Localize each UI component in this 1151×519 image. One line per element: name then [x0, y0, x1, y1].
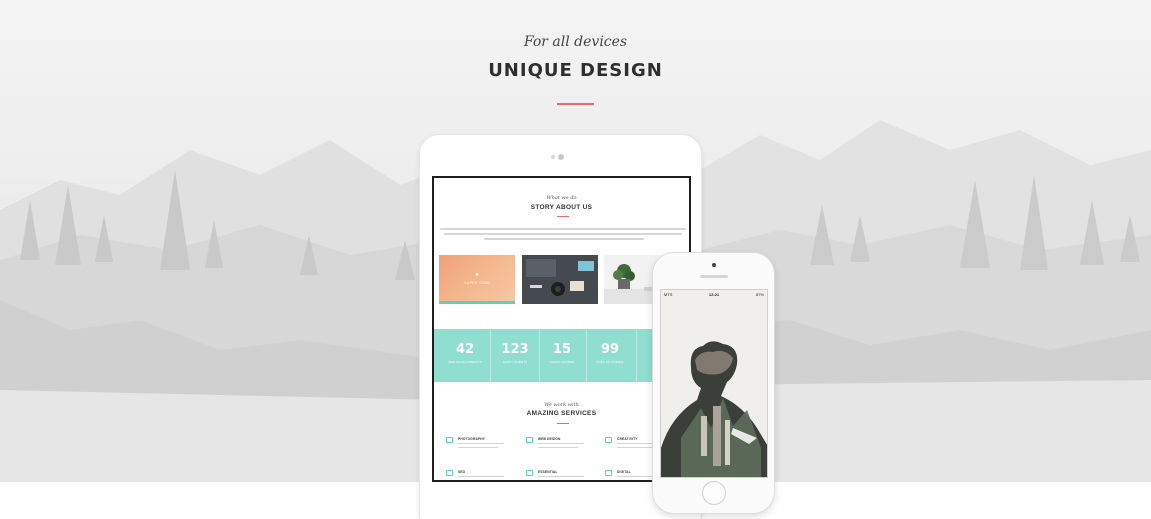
phone-status-bar: MTS 12:21 87% [661, 290, 767, 298]
chart-icon [446, 470, 453, 476]
section-eyebrow: For all devices [523, 34, 628, 50]
stat-label: WEB DEVELOPMENTS [448, 360, 482, 364]
home-button[interactable] [702, 481, 726, 505]
team-icon: ● [475, 272, 479, 278]
stat-value: 15 [552, 342, 572, 357]
tablet-icon [605, 470, 612, 476]
services-underline [557, 423, 569, 424]
team-caption: SUPER TEAM [464, 281, 490, 285]
stat-label: HAPPY CLIENTS [502, 360, 528, 364]
phone-screen: MTS 12:21 87% [660, 289, 768, 478]
services-eyebrow: We work with [544, 402, 579, 408]
phone-wallpaper [661, 298, 767, 477]
tablet-sensor [551, 155, 555, 159]
about-title: STORY ABOUT US [530, 204, 593, 211]
service-text-line [458, 443, 504, 444]
service-item[interactable]: ESSENTIAL [526, 470, 602, 480]
service-name: ESSENTIAL [538, 470, 558, 474]
stat-value: 42 [455, 342, 475, 357]
service-text-line [538, 476, 584, 477]
stat-item: 99 CUPS OF COFFEE [585, 329, 635, 382]
about-underline [557, 216, 569, 217]
desk-image [522, 255, 598, 304]
tablet-camera [558, 154, 564, 160]
about-text-line [440, 228, 686, 230]
service-text-line [538, 447, 578, 448]
service-item[interactable]: PHOTOGRAPHY [446, 437, 522, 457]
stat-label: CUPS OF COFFEE [596, 360, 624, 364]
idea-icon [605, 437, 612, 443]
service-name: CREATIVITY [617, 437, 638, 441]
service-text-line [458, 476, 504, 477]
camera-icon [446, 437, 453, 443]
phone-speaker [700, 275, 728, 278]
stat-label: AWARD WINNER [549, 360, 575, 364]
desk-photo[interactable] [522, 255, 598, 304]
service-item[interactable]: SEO [446, 470, 522, 480]
about-text-line [484, 238, 644, 240]
stat-item: 123 HAPPY CLIENTS [490, 329, 540, 382]
services-title: AMAZING SERVICES [526, 410, 597, 417]
service-name: WEB DESIGN [538, 437, 561, 441]
phone-mockup: MTS 12:21 87% [652, 252, 775, 514]
about-eyebrow: What we do [546, 195, 577, 201]
stat-item: 15 AWARD WINNER [537, 329, 587, 382]
team-photo[interactable]: ● SUPER TEAM [439, 255, 515, 304]
service-name: SEO [458, 470, 466, 474]
service-text-line [617, 447, 657, 448]
service-text-line [538, 443, 584, 444]
briefcase-icon [526, 470, 533, 476]
section-title: UNIQUE DESIGN [488, 60, 663, 81]
service-item[interactable]: WEB DESIGN [526, 437, 602, 457]
stat-value: 99 [600, 342, 620, 357]
phone-camera [712, 263, 716, 267]
stat-item: 42 WEB DEVELOPMENTS [440, 329, 490, 382]
monitor-icon [526, 437, 533, 443]
stat-value: 123 [501, 342, 529, 357]
service-name: PHOTOGRAPHY [458, 437, 486, 441]
clock-label: 12:21 [708, 292, 720, 297]
stats-band: 42 WEB DEVELOPMENTS 123 HAPPY CLIENTS 15… [434, 329, 689, 382]
battery-label: 87% [755, 292, 764, 297]
service-name: DIGITAL [617, 470, 631, 474]
service-text-line [458, 447, 498, 448]
title-underline [557, 103, 594, 105]
about-text-line [444, 233, 682, 235]
